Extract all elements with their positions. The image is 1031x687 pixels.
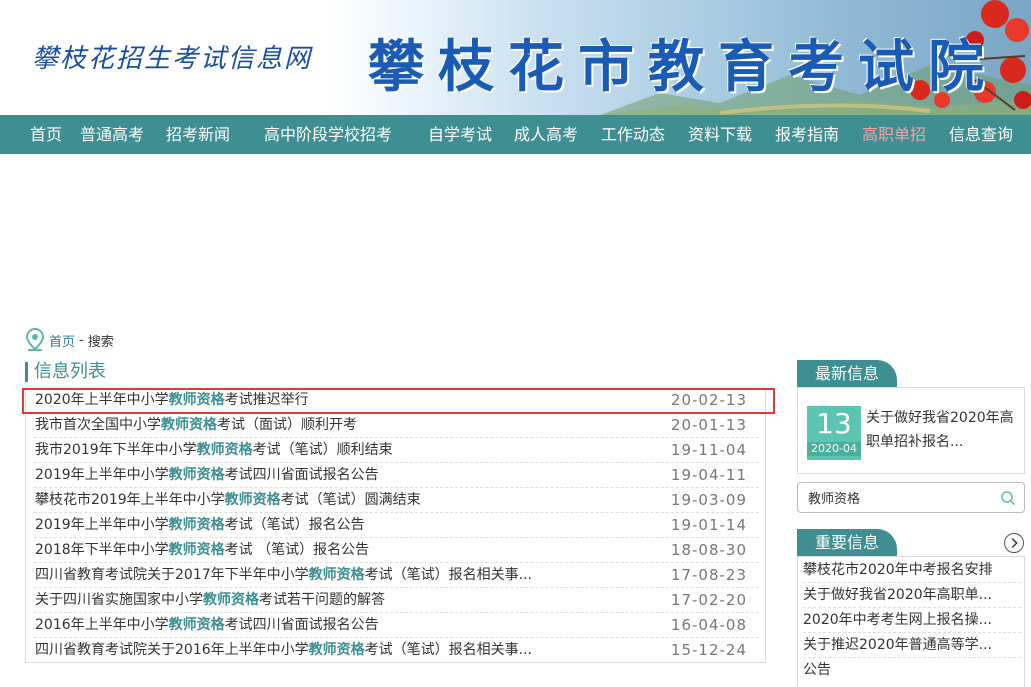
breadcrumb-home-link[interactable]: 首页 [49,331,75,350]
nav-item-selfstudy[interactable]: 自学考试 [428,115,492,154]
list-item-title[interactable]: 四川省教育考试院关于2017年下半年中小学教师资格考试（笔试）报名相关事... [35,563,532,588]
list-item-title[interactable]: 我市2019年下半年中小学教师资格考试（笔试）顺利结束 [35,438,393,463]
nav-item-work[interactable]: 工作动态 [601,115,665,154]
latest-title: 最新信息 [797,360,897,388]
keyword-highlight: 教师资格 [308,567,365,583]
list-item-title[interactable]: 攀枝花市2019年上半年中小学教师资格考试（笔试）圆满结束 [35,488,421,513]
list-item[interactable]: 我市首次全国中小学教师资格考试（面试）顺利开考 20-01-13 [34,413,759,438]
nav-item-query[interactable]: 信息查询 [949,115,1013,154]
latest-date-badge: 13 2020-04 [807,406,861,460]
list-item-title[interactable]: 2016年上半年中小学教师资格考试四川省面试报名公告 [35,613,379,638]
list-item-date: 17-02-20 [670,591,747,609]
keyword-highlight: 教师资格 [168,517,225,533]
important-item[interactable]: 攀枝花市2020年中考报名安排 [803,558,1021,583]
list-item-title[interactable]: 2019年上半年中小学教师资格考试（笔试）报名公告 [35,513,365,538]
list-item-title[interactable]: 我市首次全国中小学教师资格考试（面试）顺利开考 [35,413,357,438]
important-item[interactable]: 关于做好我省2020年高职单... [803,583,1021,608]
list-item[interactable]: 2018年下半年中小学教师资格考试 （笔试）报名公告 18-08-30 [34,538,759,563]
site-subtitle: 攀枝花招生考试信息网 [32,44,313,74]
latest-item-link[interactable]: 关于做好我省2020年高职单招补报名... [866,406,1024,454]
list-item[interactable]: 2016年上半年中小学教师资格考试四川省面试报名公告 16-04-08 [34,613,759,638]
list-item-date: 15-12-24 [670,641,747,659]
list-item-date: 20-01-13 [670,416,747,434]
list-item[interactable]: 关于四川省实施国家中小学教师资格考试若干问题的解答 17-02-20 [34,588,759,613]
keyword-highlight: 教师资格 [168,467,225,483]
nav-item-vocational[interactable]: 高职单招 [862,115,926,154]
keyword-highlight: 教师资格 [308,642,365,658]
selection-highlight-box [22,388,775,414]
nav-item-home[interactable]: 首页 [30,115,62,154]
list-item-date: 19-04-11 [670,466,747,484]
list-item-date: 16-04-08 [670,616,747,634]
list-item-date: 18-08-30 [670,541,747,559]
list-item-title[interactable]: 2018年下半年中小学教师资格考试 （笔试）报名公告 [35,538,369,563]
main-nav: 首页 普通高考 招考新闻 高中阶段学校招考 自学考试 成人高考 工作动态 资料下… [0,115,1031,154]
breadcrumb-separator: - [79,332,84,348]
keyword-highlight: 教师资格 [168,542,225,558]
important-item[interactable]: 公告 [803,658,1021,683]
list-item-title[interactable]: 2019年上半年中小学教师资格考试四川省面试报名公告 [35,463,379,488]
latest-panel: 13 2020-04 关于做好我省2020年高职单招补报名... [797,387,1025,474]
keyword-highlight: 教师资格 [203,592,259,608]
keyword-highlight: 教师资格 [168,617,225,633]
latest-day: 13 [816,407,852,440]
list-item[interactable]: 四川省教育考试院关于2016年上半年中小学教师资格考试（笔试）报名相关事... … [34,638,759,663]
site-header: 攀枝花招生考试信息网 攀枝花市教育考试院 [0,0,1031,115]
latest-month: 2020-04 [807,442,861,456]
nav-item-adult[interactable]: 成人高考 [514,115,578,154]
list-item-title[interactable]: 四川省教育考试院关于2016年上半年中小学教师资格考试（笔试）报名相关事... [35,638,532,663]
list-item-date: 19-01-14 [670,516,747,534]
important-item[interactable]: 关于推迟2020年普通高等学... [803,633,1021,658]
location-pin-icon [25,328,45,351]
list-item[interactable]: 四川省教育考试院关于2017年下半年中小学教师资格考试（笔试）报名相关事... … [34,563,759,588]
result-list: 2020年上半年中小学教师资格考试推迟举行 20-02-13 我市首次全国中小学… [25,388,766,663]
important-panel: 攀枝花市2020年中考报名安排 关于做好我省2020年高职单... 2020年中… [797,556,1025,687]
nav-item-downloads[interactable]: 资料下载 [688,115,752,154]
search-box [797,482,1025,513]
list-item[interactable]: 攀枝花市2019年上半年中小学教师资格考试（笔试）圆满结束 19-03-09 [34,488,759,513]
search-icon[interactable] [1000,490,1016,506]
list-item[interactable]: 我市2019年下半年中小学教师资格考试（笔试）顺利结束 19-11-04 [34,438,759,463]
list-item-date: 19-11-04 [670,441,747,459]
nav-item-gaokao[interactable]: 普通高考 [80,115,144,154]
nav-item-news[interactable]: 招考新闻 [166,115,230,154]
list-item[interactable]: 2019年上半年中小学教师资格考试四川省面试报名公告 19-04-11 [34,463,759,488]
list-item[interactable]: 2019年上半年中小学教师资格考试（笔试）报名公告 19-01-14 [34,513,759,538]
list-item-date: 17-08-23 [670,566,747,584]
chevron-right-circle-icon[interactable] [1004,533,1024,553]
important-item[interactable]: 2020年中考考生网上报名操... [803,608,1021,633]
breadcrumb-current: 搜索 [87,334,114,350]
keyword-highlight: 教师资格 [196,442,253,458]
list-item-date: 19-03-09 [670,491,747,509]
important-title: 重要信息 [797,529,897,557]
list-title: 信息列表 [25,362,106,382]
nav-item-guide[interactable]: 报考指南 [775,115,839,154]
keyword-highlight: 教师资格 [224,492,281,508]
list-item-title[interactable]: 关于四川省实施国家中小学教师资格考试若干问题的解答 [35,588,385,613]
site-title: 攀枝花市教育考试院 [368,35,998,100]
nav-item-highschool[interactable]: 高中阶段学校招考 [264,115,392,154]
breadcrumb: 首页 - 搜索 [25,328,114,352]
search-input[interactable] [808,483,998,512]
keyword-highlight: 教师资格 [161,417,217,433]
